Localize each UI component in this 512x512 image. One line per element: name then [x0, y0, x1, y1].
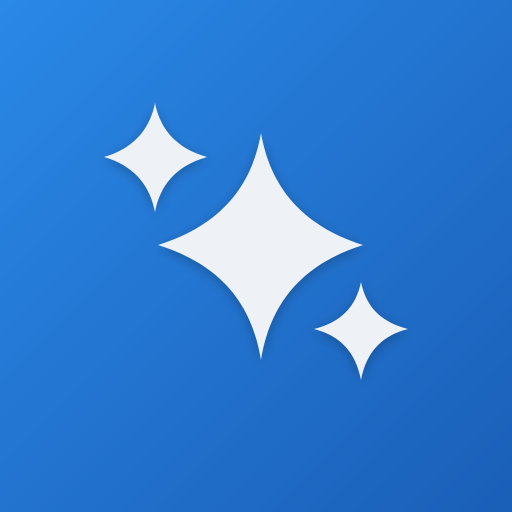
sparkles-icon [0, 0, 512, 512]
sparkles-app-icon [0, 0, 512, 512]
